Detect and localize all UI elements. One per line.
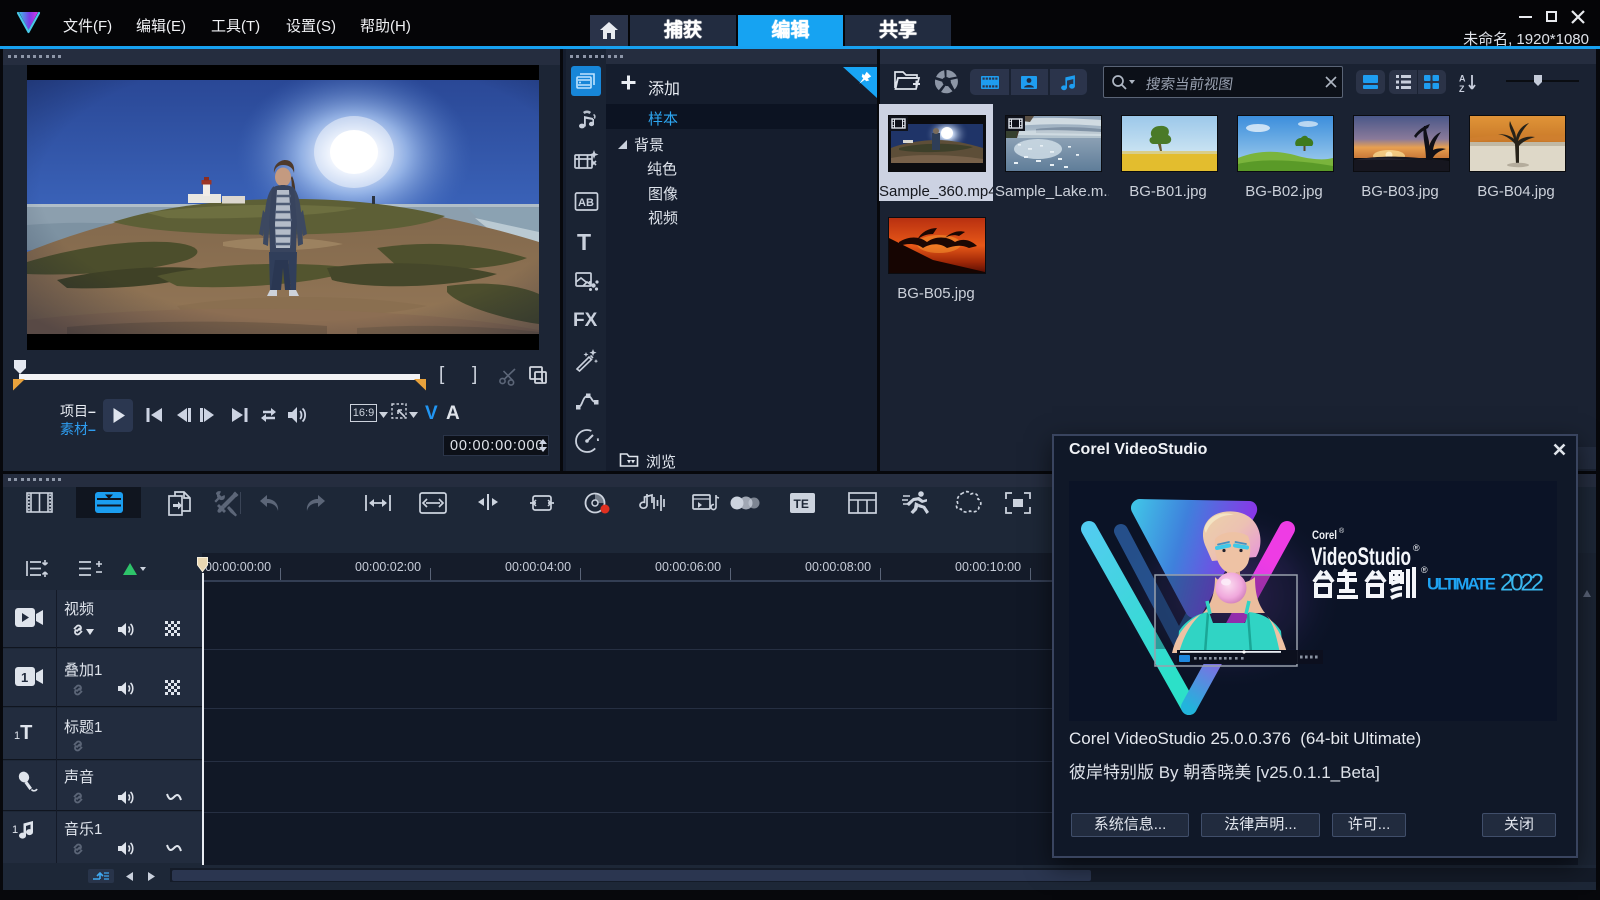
svg-text:VideoStudio: VideoStudio [1311,543,1411,571]
svg-text:®: ® [1339,527,1345,535]
svg-text:®: ® [1413,543,1420,553]
svg-text:Corel: Corel [1312,528,1337,542]
svg-text:A: A [1459,74,1466,84]
svg-text:ULTIMATE: ULTIMATE [1427,575,1496,594]
svg-text:®: ® [1421,565,1428,575]
svg-text:AB: AB [578,197,594,209]
svg-text:1: 1 [21,670,28,685]
svg-text:Z: Z [1459,84,1465,93]
svg-text:TE: TE [794,497,809,511]
svg-text:2022: 2022 [1500,570,1544,597]
